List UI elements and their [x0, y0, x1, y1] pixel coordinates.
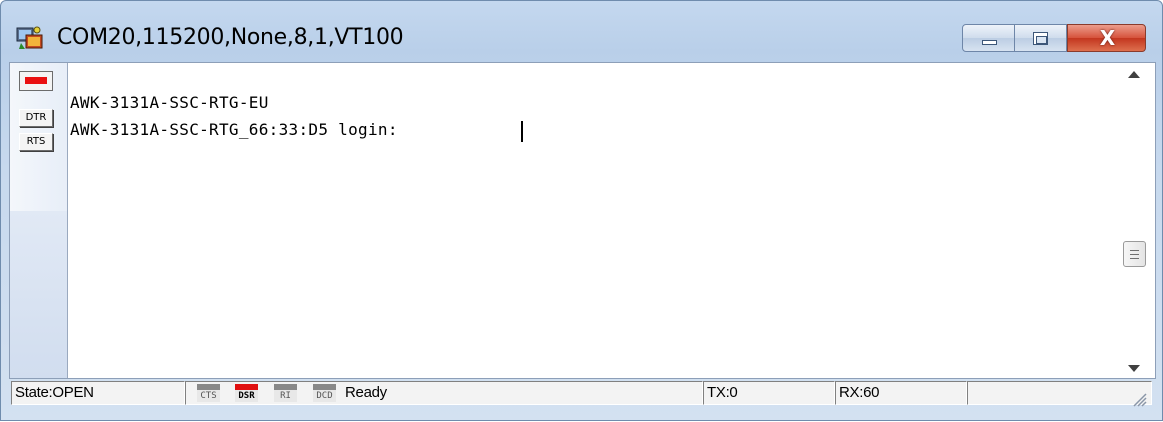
terminal-line: AWK-3131A-SSC-RTG-EU	[70, 93, 269, 112]
tx-counter: TX:0	[703, 381, 835, 405]
connection-led-button[interactable]	[19, 71, 53, 91]
resize-grip-icon[interactable]	[1129, 389, 1147, 407]
close-icon: X	[1099, 26, 1116, 50]
ri-indicator: RI	[274, 384, 297, 402]
dcd-indicator: DCD	[313, 384, 336, 402]
maximize-icon	[1033, 32, 1048, 45]
dsr-indicator: DSR	[235, 384, 258, 402]
window-title: COM20,115200,None,8,1,VT100	[57, 25, 404, 50]
terminal-output[interactable]: AWK-3131A-SSC-RTG-EU AWK-3131A-SSC-RTG_6…	[68, 63, 1116, 378]
rts-button[interactable]: RTS	[19, 133, 53, 151]
terminal-line: AWK-3131A-SSC-RTG_66:33:D5 login:	[70, 120, 408, 139]
maximize-button[interactable]	[1015, 24, 1067, 52]
cts-indicator: CTS	[197, 384, 220, 402]
minimize-icon	[982, 40, 997, 45]
title-bar[interactable]: COM20,115200,None,8,1,VT100 X	[1, 1, 1162, 61]
status-text: Ready	[345, 384, 387, 401]
status-empty-field	[967, 381, 1152, 405]
terminal-app-icon[interactable]	[15, 25, 45, 52]
vertical-scrollbar[interactable]	[1116, 63, 1155, 378]
status-bar: State:OPEN CTS DSR RI DCD Ready TX:0 RX:…	[9, 379, 1156, 422]
line-control-panel: DTR RTS	[10, 63, 68, 378]
client-area: DTR RTS AWK-3131A-SSC-RTG-EU AWK-3131A-S…	[9, 62, 1156, 379]
connection-state: State:OPEN	[11, 381, 185, 405]
rx-counter: RX:60	[835, 381, 967, 405]
text-cursor	[521, 121, 523, 142]
scroll-thumb[interactable]	[1123, 241, 1146, 267]
close-button[interactable]: X	[1067, 24, 1146, 52]
panel-filler	[10, 211, 67, 378]
scroll-down-arrow-icon[interactable]	[1128, 365, 1140, 372]
minimize-button[interactable]	[962, 24, 1015, 52]
scroll-up-arrow-icon[interactable]	[1128, 71, 1140, 78]
led-indicator	[25, 77, 47, 84]
terminal-window: COM20,115200,None,8,1,VT100 X DTR RTS AW…	[0, 0, 1163, 421]
status-panel	[185, 381, 703, 405]
dtr-button[interactable]: DTR	[19, 109, 53, 127]
